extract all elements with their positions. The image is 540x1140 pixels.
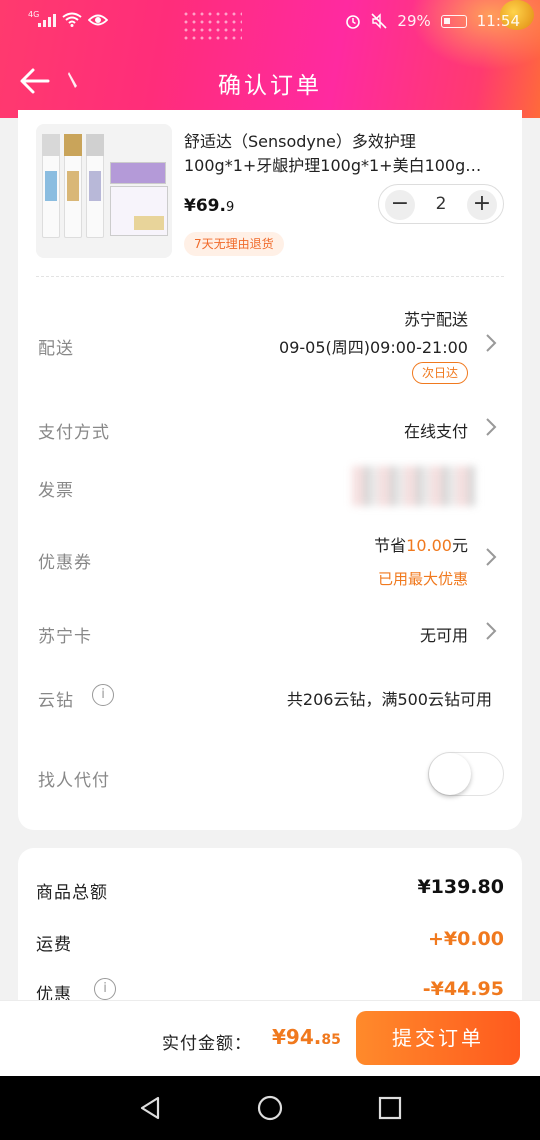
proxy-pay-label: 找人代付	[38, 771, 110, 791]
quantity-value[interactable]: 2	[419, 185, 463, 223]
product-image[interactable]	[36, 124, 172, 258]
system-nav-bar	[0, 1076, 540, 1140]
info-icon[interactable]: i	[94, 978, 116, 1000]
clock: 11:54	[476, 12, 520, 30]
toothpaste-tube	[64, 134, 82, 238]
proxy-pay-toggle[interactable]	[428, 752, 504, 796]
product-box	[110, 162, 166, 184]
product-price: ¥69.9	[184, 196, 234, 216]
yunzuan-label: 云钻	[38, 691, 74, 711]
shipping-label: 运费	[36, 935, 72, 955]
shipping-value: +¥0.00	[427, 928, 504, 950]
pay-amount-main: ¥94.	[272, 1025, 322, 1049]
battery-percent: 29%	[397, 12, 431, 30]
alarm-icon	[346, 15, 361, 29]
submit-order-button[interactable]: 提交订单	[356, 1011, 520, 1065]
status-bar: 4G 29% 11:54	[0, 0, 540, 44]
invoice-value-redacted[interactable]	[352, 466, 476, 506]
header-bar: 4G 29% 11:54 确认订单	[0, 0, 540, 118]
pay-amount-label: 实付金额：	[162, 1034, 252, 1054]
checkout-bar: 实付金额： ¥94.85 提交订单	[0, 1000, 540, 1076]
nav-home-icon[interactable]	[256, 1094, 284, 1122]
coupon-amount: 10.00	[406, 536, 452, 555]
coupon-suffix: 元	[451, 536, 468, 555]
toggle-knob	[429, 753, 471, 795]
signal-group	[28, 12, 108, 27]
wifi-icon	[62, 12, 82, 27]
dashed-divider	[36, 276, 504, 277]
coupon-label: 优惠券	[38, 553, 92, 573]
payment-value[interactable]: 在线支付	[404, 418, 468, 442]
next-day-badge: 次日达	[411, 362, 468, 384]
delivery-time[interactable]: 09-05(周四)09:00-21:00	[279, 334, 468, 358]
product-title[interactable]: 舒适达（Sensodyne）多效护理100g*1+牙龈护理100g*1+美白10…	[184, 130, 504, 178]
status-right: 29% 11:54	[345, 12, 520, 30]
quantity-stepper: − 2 +	[378, 184, 504, 224]
toothpaste-tube	[86, 134, 104, 238]
battery-icon	[440, 14, 467, 28]
discount-value: -¥44.95	[422, 978, 504, 1000]
goods-total-value: ¥139.80	[417, 876, 504, 898]
pay-amount: ¥94.85	[272, 1025, 341, 1049]
chevron-right-icon[interactable]	[484, 416, 498, 438]
signal-icon	[38, 13, 56, 27]
mute-icon	[371, 13, 387, 29]
delivery-label: 配送	[38, 339, 74, 359]
chevron-right-icon[interactable]	[484, 620, 498, 642]
return-policy-badge: 7天无理由退货	[184, 232, 284, 256]
info-icon[interactable]: i	[92, 684, 114, 706]
order-card: 舒适达（Sensodyne）多效护理100g*1+牙龈护理100g*1+美白10…	[18, 110, 522, 830]
invoice-label: 发票	[38, 481, 74, 501]
payment-label: 支付方式	[38, 423, 110, 443]
page-title: 确认订单	[218, 73, 322, 99]
coupon-saving[interactable]: 节省10.00元	[374, 532, 468, 556]
goods-total-label: 商品总额	[36, 883, 108, 903]
delivery-company[interactable]: 苏宁配送	[404, 306, 468, 330]
product-box	[134, 216, 164, 230]
suning-card-label: 苏宁卡	[38, 627, 92, 647]
coupon-note: 已用最大优惠	[377, 570, 468, 588]
suning-card-value[interactable]: 无可用	[420, 622, 468, 646]
chevron-right-icon[interactable]	[484, 332, 498, 354]
eye-icon	[88, 14, 108, 26]
yunzuan-value: 共206云钻，满500云钻可用	[286, 690, 492, 709]
toothpaste-tube	[42, 134, 60, 238]
nav-recents-icon[interactable]	[376, 1094, 404, 1122]
price-main: ¥69.	[184, 196, 226, 216]
price-cents: 9	[225, 200, 235, 215]
pay-amount-cents: 85	[321, 1032, 341, 1048]
decrease-button[interactable]: −	[385, 190, 415, 220]
increase-button[interactable]: +	[467, 190, 497, 220]
chevron-right-icon[interactable]	[484, 546, 498, 568]
coupon-prefix: 节省	[374, 536, 407, 555]
nav-back-icon[interactable]	[136, 1094, 164, 1122]
